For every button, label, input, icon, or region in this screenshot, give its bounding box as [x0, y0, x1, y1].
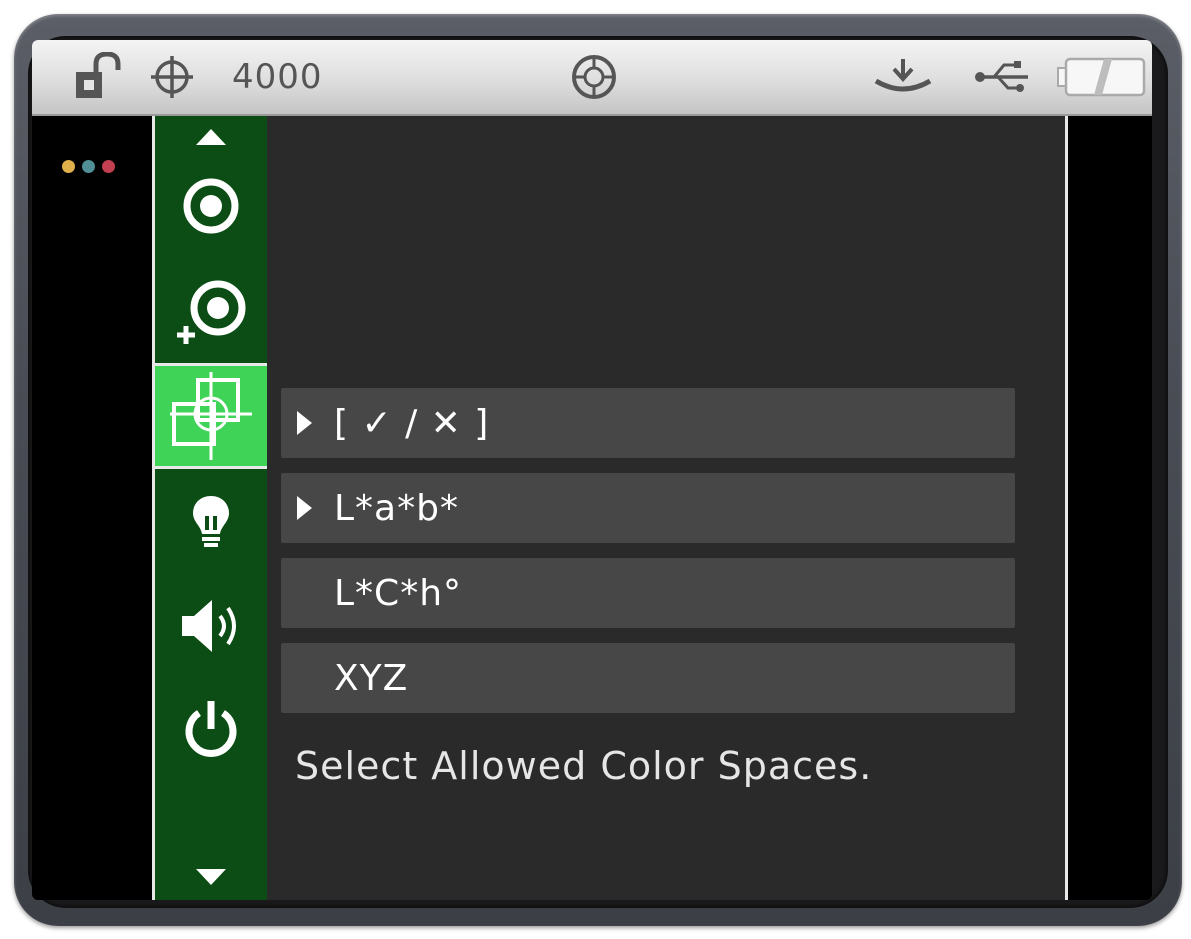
scroll-down-button[interactable] [155, 860, 267, 894]
color-space-button[interactable] [155, 366, 267, 466]
down-arrow-icon [196, 869, 226, 885]
expand-arrow-icon [297, 496, 312, 520]
panel-border [1065, 116, 1068, 900]
expand-arrow-icon [297, 411, 312, 435]
measure-target-icon [183, 178, 239, 234]
add-measurement-button[interactable] [155, 262, 267, 362]
usb-icon [972, 40, 1032, 114]
sound-button[interactable] [155, 576, 267, 676]
power-icon [185, 701, 237, 757]
battery-icon [1056, 40, 1148, 114]
light-button[interactable] [155, 472, 267, 572]
indicator-dots [62, 160, 115, 173]
option-row-xyz[interactable]: XYZ [281, 643, 1015, 713]
add-target-icon [177, 280, 246, 344]
menu-divider [155, 466, 267, 469]
device-screen: 4000 [✓ / ✕] L*a*b* L*C*h° XYZ Select … [32, 40, 1152, 900]
measure-button[interactable] [155, 156, 267, 256]
lightbulb-icon [193, 496, 229, 547]
dock-station-icon [870, 40, 936, 114]
option-label: [ ✓ / ✕ ] [334, 402, 490, 444]
settings-panel: [ ✓ / ✕ ] L*a*b* L*C*h° XYZ Select Allow… [267, 116, 1065, 900]
power-button[interactable] [155, 680, 267, 780]
measurement-count: 4000 [232, 57, 323, 97]
option-row-lch[interactable]: L*C*h° [281, 558, 1015, 628]
indicator-dot-red [102, 160, 115, 173]
up-arrow-icon [196, 129, 226, 145]
aperture-target-icon [570, 40, 618, 114]
indicator-dot-amber [62, 160, 75, 173]
help-text: Select Allowed Color Spaces. [295, 744, 873, 788]
option-label: XYZ [334, 657, 409, 699]
color-space-overlap-icon [170, 372, 252, 460]
status-bar: 4000 [32, 40, 1152, 116]
scroll-up-button[interactable] [155, 120, 267, 154]
option-row-toggle[interactable]: [ ✓ / ✕ ] [281, 388, 1015, 458]
option-row-lab[interactable]: L*a*b* [281, 473, 1015, 543]
crosshair-icon [150, 40, 194, 114]
option-label: L*C*h° [334, 572, 463, 614]
option-label: L*a*b* [334, 487, 459, 529]
indicator-dot-teal [82, 160, 95, 173]
side-menu [152, 116, 270, 900]
speaker-icon [182, 600, 236, 652]
unlocked-padlock-icon [74, 40, 134, 114]
